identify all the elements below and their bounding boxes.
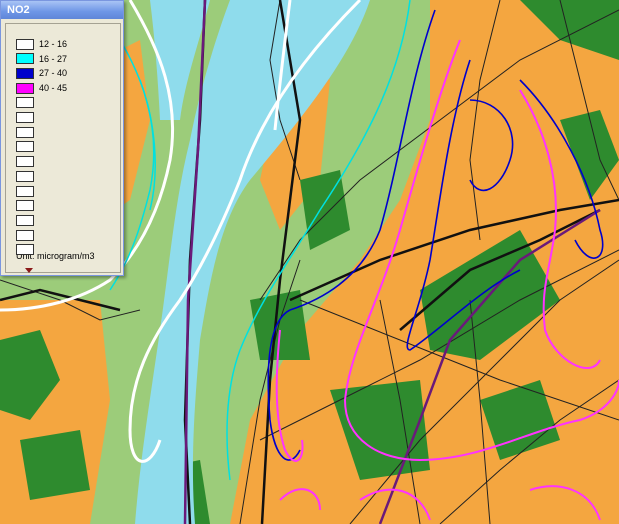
legend-swatch [16, 244, 34, 256]
legend-entry: 12 - 16 [16, 38, 67, 50]
legend-entry: 27 - 40 [16, 67, 67, 79]
legend-entry [16, 156, 39, 168]
legend-swatch [16, 170, 34, 182]
legend-expand-arrow-icon[interactable] [25, 268, 33, 273]
legend-entry: 16 - 27 [16, 53, 67, 65]
legend-entry [16, 170, 39, 182]
legend-swatch [16, 38, 34, 50]
legend-entry [16, 185, 39, 197]
legend-swatch [16, 112, 34, 123]
legend-swatch [16, 200, 34, 212]
legend-entry [16, 141, 39, 153]
legend-swatch [16, 229, 34, 241]
legend-swatch [16, 97, 34, 109]
legend-entry [16, 244, 39, 256]
legend-swatch [16, 53, 34, 65]
legend-entry-label: 16 - 27 [39, 53, 68, 64]
legend-panel: Unit: microgram/m3 12 - 16 16 - 27 27 - 40… [5, 23, 121, 273]
legend-swatch [16, 156, 34, 168]
legend-swatch [16, 126, 34, 138]
legend-window[interactable]: NO2 Unit: microgram/m3 12 - 16 16 - 27 27 … [0, 0, 124, 276]
legend-swatch [16, 67, 34, 79]
legend-entry-label: 40 - 45 [39, 83, 68, 94]
legend-entry-label: 27 - 40 [39, 68, 68, 79]
legend-title[interactable]: NO2 [1, 1, 123, 19]
legend-entry [16, 112, 39, 124]
legend-swatch [16, 185, 34, 197]
legend-swatch [16, 214, 34, 226]
legend-entry [16, 229, 39, 241]
legend-entry [16, 126, 39, 138]
legend-entry: 40 - 45 [16, 82, 67, 94]
legend-swatch [16, 141, 34, 153]
legend-swatch [16, 82, 34, 94]
legend-entry [16, 97, 39, 109]
legend-entry [16, 214, 39, 226]
legend-entry [16, 200, 39, 212]
legend-entry-label: 12 - 16 [39, 39, 68, 49]
